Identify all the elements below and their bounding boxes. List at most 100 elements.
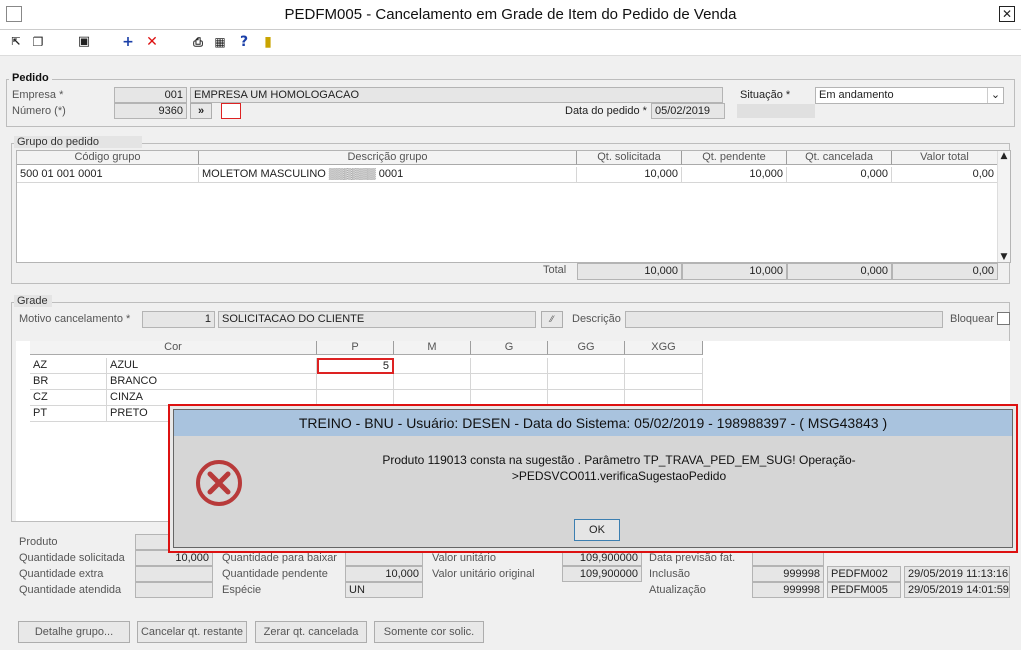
- valor-unitario-original-field: 109,900000: [562, 566, 642, 582]
- inclusao-label: Inclusão: [649, 568, 690, 580]
- data-pedido-field[interactable]: 05/02/2019: [651, 103, 725, 119]
- bloquear-label: Bloquear: [950, 313, 995, 325]
- inclusao-date-field: 29/05/2019 11:13:16: [904, 566, 1010, 582]
- situacao-value: Em andamento: [819, 89, 894, 101]
- situacao-select[interactable]: Em andamento ⌄: [815, 87, 1004, 104]
- title-bar: PEDFM005 - Cancelamento em Grade de Item…: [0, 0, 1021, 30]
- dialog-message-line-1: Produto 119013 consta na sugestão . Parâ…: [382, 453, 856, 467]
- bloquear-checkbox[interactable]: [997, 312, 1010, 325]
- grade-m-cell[interactable]: [394, 358, 471, 374]
- table-cell[interactable]: 0,00: [892, 167, 998, 183]
- grade-xgg-cell[interactable]: [625, 358, 703, 374]
- col-codigo[interactable]: Código grupo: [17, 151, 199, 165]
- vertical-scrollbar[interactable]: ▲ ▼: [997, 151, 1010, 262]
- qt-baixar-label: Quantidade para baixar: [222, 552, 337, 564]
- grade-p-cell[interactable]: [317, 374, 394, 390]
- descricao-field[interactable]: [625, 311, 943, 328]
- zerar-qt-cancelada-button[interactable]: Zerar qt. cancelada: [255, 621, 367, 643]
- status-indicator: [737, 104, 815, 118]
- forward-button[interactable]: »: [190, 103, 212, 119]
- especie-field: UN: [345, 582, 423, 598]
- cancelar-qt-restante-button[interactable]: Cancelar qt. restante: [137, 621, 247, 643]
- print-icon[interactable]: ⎙: [190, 34, 206, 50]
- col-qt-solicitada[interactable]: Qt. solicitada: [577, 151, 682, 165]
- grade-code-cell[interactable]: CZ: [30, 390, 107, 406]
- exit-icon[interactable]: ⇱: [8, 34, 24, 50]
- col-gg[interactable]: GG: [548, 341, 625, 355]
- grade-g-cell[interactable]: [471, 358, 548, 374]
- scroll-down-icon[interactable]: ▼: [998, 252, 1010, 262]
- especie-label: Espécie: [222, 584, 262, 596]
- inclusao-program-field: PEDFM002: [827, 566, 901, 582]
- error-dialog: TREINO - BNU - Usuário: DESEN - Data do …: [168, 404, 1018, 553]
- motivo-code-field[interactable]: 1: [142, 311, 215, 328]
- table-cell[interactable]: 10,000: [682, 167, 787, 183]
- col-g[interactable]: G: [471, 341, 548, 355]
- qt-extra-field: [135, 566, 213, 582]
- lookup-button[interactable]: ⁄⁄: [541, 311, 563, 328]
- ok-button[interactable]: OK: [574, 519, 620, 541]
- col-qt-pendente[interactable]: Qt. pendente: [682, 151, 787, 165]
- atualizacao-label: Atualização: [649, 584, 706, 596]
- grade-code-cell[interactable]: AZ: [30, 358, 107, 374]
- table-cell[interactable]: MOLETOM MASCULINO ▒▒▒▒▒▒ 0001: [199, 167, 577, 183]
- copy-icon[interactable]: ❐: [30, 34, 46, 50]
- grade-code-cell[interactable]: PT: [30, 406, 107, 422]
- total-qt-cancelada: 0,000: [787, 263, 892, 280]
- col-xgg[interactable]: XGG: [625, 341, 703, 355]
- total-qt-pendente: 10,000: [682, 263, 787, 280]
- add-icon[interactable]: +: [120, 34, 136, 50]
- empresa-code-field[interactable]: 001: [114, 87, 187, 103]
- motivo-desc-field: SOLICITACAO DO CLIENTE: [218, 311, 536, 328]
- grade-xgg-cell[interactable]: [625, 374, 703, 390]
- total-qt-solicitada: 10,000: [577, 263, 682, 280]
- table-cell[interactable]: 0,000: [787, 167, 892, 183]
- total-valor: 0,00: [892, 263, 998, 280]
- data-pedido-label: Data do pedido *: [565, 105, 647, 117]
- qt-pendente-field: 10,000: [345, 566, 423, 582]
- grade-gg-cell[interactable]: [548, 358, 625, 374]
- grade-p-cell-active[interactable]: 5: [317, 358, 394, 374]
- calendar-icon[interactable]: ▦: [212, 34, 228, 50]
- col-valor-total[interactable]: Valor total: [892, 151, 998, 165]
- scroll-up-icon[interactable]: ▲: [998, 151, 1010, 161]
- close-button[interactable]: ✕: [999, 6, 1015, 22]
- qt-atendida-field: [135, 582, 213, 598]
- save-icon[interactable]: ▣: [76, 34, 92, 50]
- toolbar: ⇱ ❐ ▣ + ✕ ⎙ ▦ ? ▮: [0, 30, 1021, 56]
- numero-field[interactable]: 9360: [114, 103, 187, 119]
- descricao-label: Descrição: [572, 313, 621, 325]
- error-icon: [196, 460, 242, 506]
- grupo-title: Grupo do pedido: [14, 136, 142, 148]
- table-cell[interactable]: 10,000: [577, 167, 682, 183]
- dialog-title: TREINO - BNU - Usuário: DESEN - Data do …: [174, 410, 1012, 436]
- qt-atendida-label: Quantidade atendida: [19, 584, 122, 596]
- empresa-label: Empresa *: [12, 89, 64, 101]
- produto-label: Produto: [19, 536, 58, 548]
- total-label: Total: [543, 264, 567, 276]
- grade-gg-cell[interactable]: [548, 374, 625, 390]
- col-m[interactable]: M: [394, 341, 471, 355]
- col-qt-cancelada[interactable]: Qt. cancelada: [787, 151, 892, 165]
- table-cell[interactable]: 500 01 001 0001: [17, 167, 199, 183]
- grade-code-cell[interactable]: BR: [30, 374, 107, 390]
- grade-m-cell[interactable]: [394, 374, 471, 390]
- door-exit-icon[interactable]: ▮: [260, 34, 276, 50]
- date-picker-icon[interactable]: [221, 103, 241, 119]
- grupo-grid: Código grupo Descrição grupo Qt. solicit…: [16, 150, 1011, 263]
- grade-name-cell[interactable]: BRANCO: [107, 374, 317, 390]
- qt-pendente-label: Quantidade pendente: [222, 568, 328, 580]
- col-cor[interactable]: Cor: [30, 341, 317, 355]
- previsao-label: Data previsão fat.: [649, 552, 736, 564]
- col-descricao[interactable]: Descrição grupo: [199, 151, 577, 165]
- chevron-down-icon[interactable]: ⌄: [987, 88, 1003, 103]
- inclusao-user-field: 999998: [752, 566, 824, 582]
- somente-cor-button[interactable]: Somente cor solic.: [374, 621, 484, 643]
- grade-name-cell[interactable]: AZUL: [107, 358, 317, 374]
- empresa-name-field: EMPRESA UM HOMOLOGACAO: [190, 87, 723, 103]
- col-p[interactable]: P: [317, 341, 394, 355]
- help-icon[interactable]: ?: [236, 34, 252, 50]
- delete-icon[interactable]: ✕: [144, 34, 160, 50]
- detalhe-grupo-button[interactable]: Detalhe grupo...: [18, 621, 130, 643]
- grade-g-cell[interactable]: [471, 374, 548, 390]
